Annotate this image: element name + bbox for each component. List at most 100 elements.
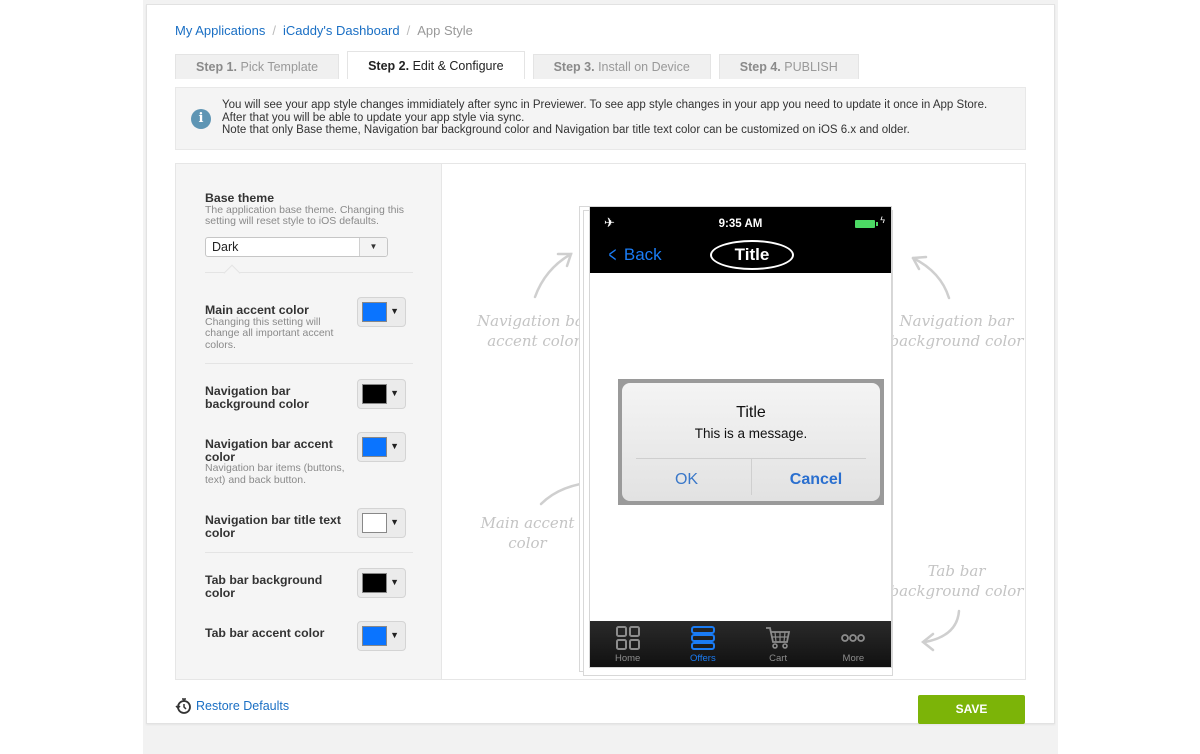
caret-down-icon: ▼: [390, 630, 399, 640]
tab-home[interactable]: Home: [590, 621, 665, 667]
alert-ok-button[interactable]: OK: [622, 471, 751, 489]
tab-step-number: Step 3.: [553, 60, 595, 74]
setting-base-theme: Base theme The application base theme. C…: [205, 192, 415, 228]
setting-title: Tab bar accent color: [205, 626, 325, 640]
setting-tab-accent: Tab bar accent color: [205, 627, 345, 640]
tab-step-1[interactable]: Step 1. Pick Template: [175, 54, 340, 79]
info-banner: i You will see your app style changes im…: [175, 87, 1026, 150]
caret-down-icon: ▼: [390, 388, 399, 398]
tab-step-label: Install on Device: [598, 60, 690, 74]
tab-cart[interactable]: Cart: [741, 621, 816, 667]
save-button[interactable]: SAVE: [918, 695, 1025, 724]
breadcrumb-separator: /: [406, 23, 411, 38]
info-text: You will see your app style changes immi…: [222, 99, 987, 137]
app-style-card: My Applications / iCaddy's Dashboard / App S…: [146, 4, 1055, 724]
tab-step-3[interactable]: Step 3. Install on Device: [532, 54, 711, 79]
setting-nav-title: Navigation bar title text color: [205, 514, 350, 539]
divider: [205, 552, 413, 553]
color-chip: [362, 384, 387, 404]
tab-bg-color-picker[interactable]: ▼: [357, 568, 406, 598]
tab-step-number: Step 4.: [739, 60, 781, 74]
color-chip: [362, 573, 387, 593]
setting-title: Navigation bar title text color: [205, 513, 341, 540]
style-panel: Base theme The application base theme. C…: [175, 163, 1026, 680]
setting-title: Navigation bar accent color: [205, 437, 333, 464]
tab-label: Cart: [769, 653, 788, 664]
caret-down-icon: ▼: [390, 577, 399, 587]
main-accent-color-picker[interactable]: ▼: [357, 297, 406, 327]
restore-defaults-label: Restore Defaults: [196, 699, 290, 713]
setting-description: Changing this setting will change all im…: [205, 315, 334, 351]
breadcrumb-dashboard[interactable]: iCaddy's Dashboard: [283, 23, 400, 38]
arrow-nav-accent: [533, 252, 573, 299]
alert-dialog: Title This is a message. OK Cancel: [618, 379, 884, 505]
note-tab-bg: Tab bar background color: [889, 562, 1024, 600]
tab-step-label: Edit & Configure: [412, 59, 504, 73]
list-icon: [690, 626, 715, 650]
tab-more[interactable]: More: [816, 621, 891, 667]
tab-step-label: PUBLISH: [784, 60, 838, 74]
alert-message: This is a message.: [694, 426, 808, 441]
note-nav-bg: Navigation bar background color: [889, 312, 1024, 350]
tab-accent-color-picker[interactable]: ▼: [357, 621, 406, 651]
breadcrumb-my-applications[interactable]: My Applications: [175, 23, 265, 38]
divider: [205, 363, 413, 364]
step-tabs: Step 1. Pick Template Step 2. Edit & Con…: [175, 51, 859, 79]
tab-offers[interactable]: Offers: [665, 621, 740, 667]
color-chip: [362, 626, 387, 646]
setting-main-accent: Main accent color Changing this setting …: [205, 304, 345, 351]
color-chip: [362, 302, 387, 322]
setting-nav-accent: Navigation bar accent color Navigation b…: [205, 438, 345, 486]
divider-notch: [223, 264, 241, 282]
setting-tab-bg: Tab bar background color: [205, 574, 335, 599]
back-label: Back: [623, 245, 662, 264]
device-preview: Navigation bar accent color Navigation b…: [443, 164, 1025, 679]
nav-title: Title: [710, 240, 794, 270]
chevron-down-icon: ▼: [359, 238, 387, 256]
settings-sidebar: Base theme The application base theme. C…: [176, 164, 442, 679]
info-line: Note that only Base theme, Navigation ba…: [222, 124, 910, 137]
tab-label: Home: [614, 653, 641, 664]
info-icon: i: [191, 109, 211, 129]
caret-down-icon: ▼: [390, 306, 399, 316]
base-theme-select[interactable]: Dark ▼: [205, 237, 388, 257]
color-chip: [362, 513, 387, 533]
alert-body: Title This is a message. OK Cancel: [622, 383, 880, 501]
tab-bar: Home Offers Cart More: [590, 621, 891, 667]
info-line: After that you will be able to update yo…: [222, 111, 525, 124]
caret-down-icon: ▼: [390, 517, 399, 527]
setting-title: Navigation bar background color: [205, 384, 309, 411]
setting-title: Base theme: [205, 191, 275, 205]
restore-defaults-link[interactable]: Restore Defaults: [175, 697, 289, 715]
tab-label: Offers: [690, 653, 716, 664]
color-chip: [362, 437, 387, 457]
tab-step-2[interactable]: Step 2. Edit & Configure: [347, 51, 525, 79]
alert-cancel-button[interactable]: Cancel: [752, 471, 880, 489]
tab-step-number: Step 1.: [196, 60, 237, 74]
nav-bg-color-picker[interactable]: ▼: [357, 379, 406, 409]
charging-icon: ϟ: [880, 215, 885, 225]
alert-title: Title: [736, 404, 766, 421]
back-button[interactable]: < Back: [606, 242, 662, 267]
cart-icon: [766, 627, 791, 649]
breadcrumb: My Applications / iCaddy's Dashboard / App S…: [175, 23, 473, 38]
nav-bar: ✈ 9:35 AM ϟ < Back Title: [590, 207, 891, 273]
grid-icon: [615, 626, 640, 650]
note-main-accent: Main accent color: [480, 514, 575, 552]
setting-description: Navigation bar items (buttons, text) and…: [205, 462, 345, 486]
setting-nav-bg: Navigation bar background color: [205, 385, 345, 410]
chevron-left-icon: <: [608, 242, 617, 267]
arrow-nav-bg: [911, 256, 951, 300]
breadcrumb-separator: /: [272, 23, 276, 38]
nav-accent-color-picker[interactable]: ▼: [357, 432, 406, 462]
tab-step-4[interactable]: Step 4. PUBLISH: [718, 54, 859, 79]
breadcrumb-current: App Style: [417, 23, 473, 38]
status-time: 9:35 AM: [718, 218, 763, 230]
setting-title: Tab bar background color: [205, 573, 323, 600]
tab-step-label: Pick Template: [240, 60, 319, 74]
setting-title: Main accent color: [205, 303, 309, 317]
nav-title-color-picker[interactable]: ▼: [357, 508, 406, 538]
base-theme-value: Dark: [212, 240, 239, 254]
info-line: You will see your app style changes immi…: [222, 99, 988, 111]
more-icon: [841, 634, 866, 642]
